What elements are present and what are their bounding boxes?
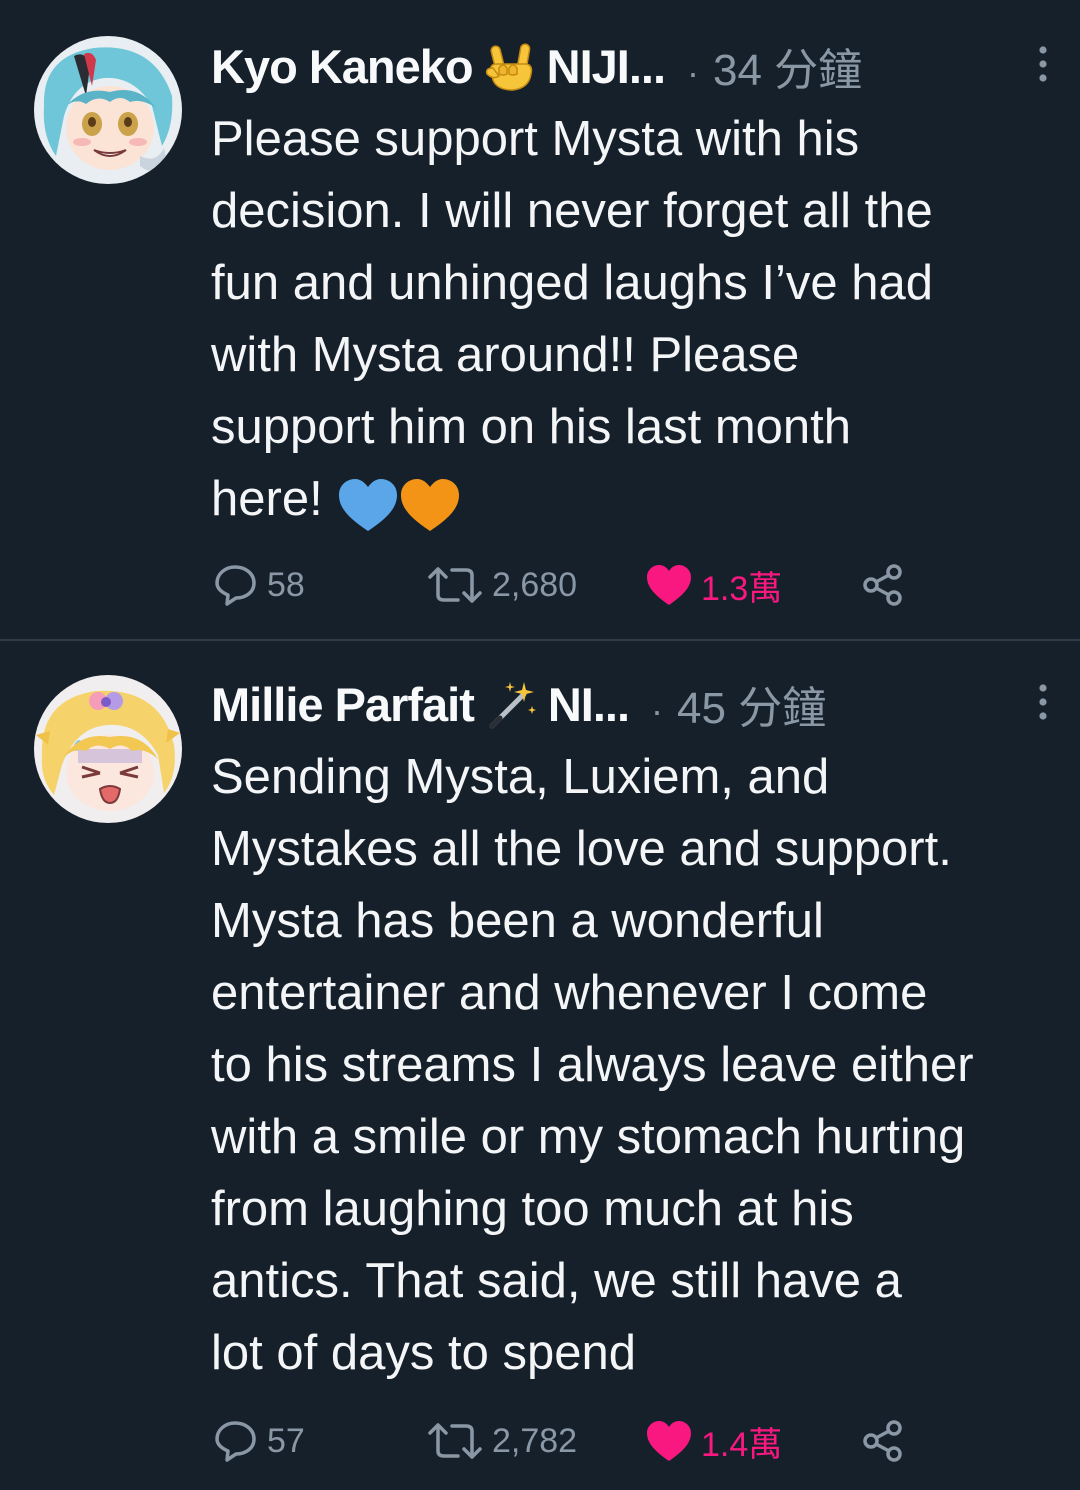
tweet[interactable]: Millie Parfait NI... · 45 分鐘 Sending Myst… [0, 641, 1080, 1490]
reply-button[interactable]: 58 [213, 560, 305, 610]
share-button[interactable] [861, 1416, 905, 1466]
avatar[interactable] [34, 36, 182, 184]
tweet-actions: 57 2,782 1.4萬 [213, 1416, 913, 1466]
rock-on-hand-icon [483, 38, 539, 94]
magic-wand-icon [484, 676, 540, 732]
tweet-text-line: with a smile or my stomach hurting [211, 1110, 966, 1164]
retweet-button[interactable]: 2,782 [426, 1416, 577, 1466]
separator: · [687, 52, 700, 93]
like-count: 1.3萬 [701, 569, 783, 608]
reply-button[interactable]: 57 [213, 1416, 305, 1466]
blue-heart-icon [337, 477, 399, 533]
tweet-meta: · 34 分鐘 [687, 34, 862, 98]
retweet-count: 2,782 [492, 1421, 578, 1460]
separator: · [651, 690, 664, 731]
timestamp[interactable]: 45 分鐘 [677, 684, 826, 733]
display-name[interactable]: Millie Parfait [211, 677, 475, 732]
orange-heart-icon [399, 477, 461, 533]
reply-count: 57 [267, 1421, 305, 1460]
tweet-text-line: entertainer and whenever I come [211, 966, 928, 1020]
tweet-text-line: from laughing too much at his [211, 1182, 854, 1236]
tweet-text-line: lot of days to spend [211, 1326, 636, 1380]
display-name[interactable]: Kyo Kaneko [211, 39, 474, 94]
retweet-button[interactable]: 2,680 [426, 560, 577, 610]
tweet-actions: 58 2,680 1.3萬 [213, 560, 913, 610]
tweet-text-line: Please support Mysta with his [211, 112, 860, 166]
tweet-text-line: Mysta has been a wonderful [211, 894, 824, 948]
like-count: 1.4萬 [701, 1425, 783, 1464]
tweet-text-line: support him on his last month [211, 400, 852, 454]
tweet-header: Kyo Kaneko NIJI... · 34 分鐘 [211, 34, 1050, 98]
heart-emojis [337, 466, 461, 538]
tweet-text-line: here! [211, 472, 323, 526]
tweet-text-line: decision. I will never forget all the [211, 184, 933, 238]
reply-count: 58 [267, 565, 305, 604]
heart-icon [647, 1421, 691, 1461]
more-options-icon[interactable] [1036, 682, 1050, 722]
share-icon [863, 1420, 902, 1462]
retweet-icon [428, 1423, 482, 1459]
tweet-text: Please support Mysta with his decision. … [211, 103, 1060, 538]
more-options-icon[interactable] [1036, 44, 1050, 84]
tweet-text-line: Sending Mysta, Luxiem, and [211, 750, 830, 804]
display-name-suffix: NIJI... [546, 39, 666, 93]
tweet-text-last-line: here! [211, 463, 1060, 538]
retweet-icon [428, 567, 482, 603]
share-icon [863, 564, 902, 606]
like-button[interactable]: 1.4萬 [645, 1416, 782, 1466]
tweet-text-line: with Mysta around!! Please [211, 328, 800, 382]
tweet-meta: · 45 分鐘 [651, 672, 826, 736]
display-name-suffix: NI... [547, 677, 630, 731]
reply-icon [215, 565, 256, 606]
tweet-text-line: antics. That said, we still have a [211, 1254, 902, 1308]
tweet[interactable]: Kyo Kaneko NIJI... · 34 分鐘 Please suppor… [0, 0, 1080, 639]
share-button[interactable] [861, 560, 905, 610]
tweet-text: Sending Mysta, Luxiem, and Mystakes all … [211, 741, 1060, 1389]
like-button[interactable]: 1.3萬 [645, 560, 782, 610]
timestamp[interactable]: 34 分鐘 [713, 46, 862, 95]
tweet-text-line: fun and unhinged laughs I’ve had [211, 256, 933, 310]
reply-icon [215, 1421, 256, 1462]
heart-icon [647, 565, 691, 605]
avatar[interactable] [34, 675, 182, 823]
retweet-count: 2,680 [492, 565, 578, 604]
tweet-text-line: to his streams I always leave either [211, 1038, 974, 1092]
tweet-text-line: Mystakes all the love and support. [211, 822, 952, 876]
tweet-header: Millie Parfait NI... · 45 分鐘 [211, 672, 1050, 736]
